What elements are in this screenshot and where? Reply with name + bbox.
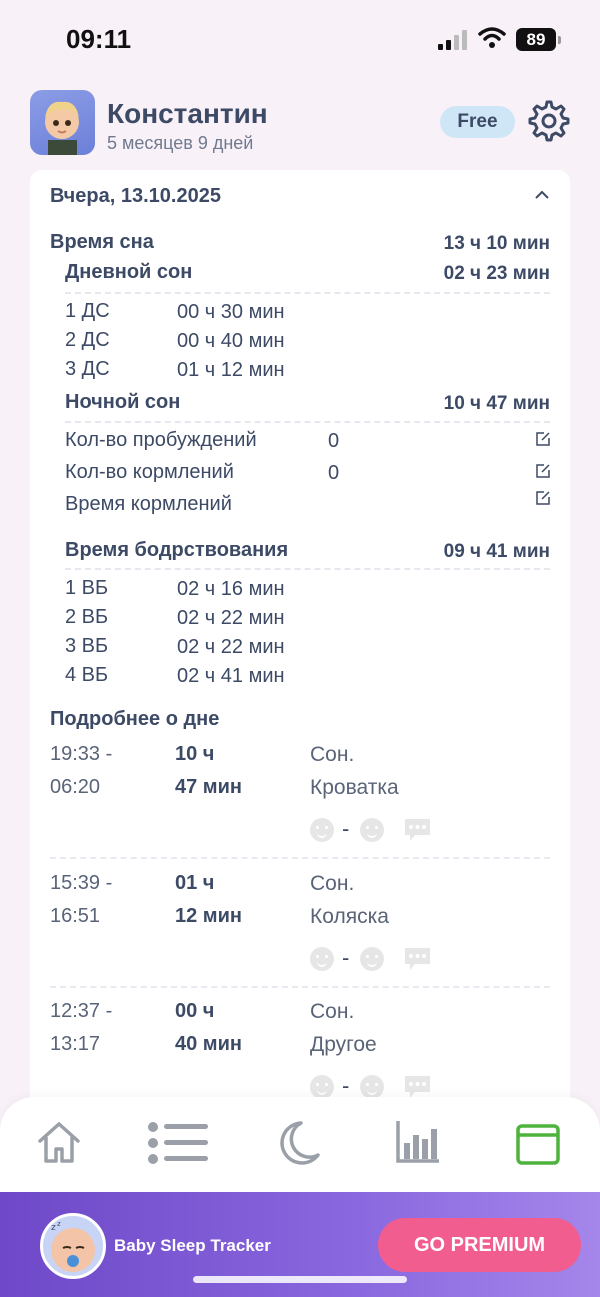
go-premium-button[interactable]: GO PREMIUM <box>378 1218 581 1272</box>
child-age: 5 месяцев 9 дней <box>107 133 254 153</box>
child-avatar[interactable] <box>30 90 95 155</box>
nap-value: 01 ч 12 мин <box>177 359 285 381</box>
signal-icon <box>438 30 468 50</box>
wake-window-value: 02 ч 41 мин <box>177 665 285 687</box>
nap-label: 3 ДС <box>65 358 110 380</box>
feeding-time-label: Время кормлений <box>65 493 232 515</box>
day-sleep-value: 02 ч 23 мин <box>443 263 550 284</box>
edit-icon[interactable] <box>535 490 551 506</box>
divider <box>65 568 550 570</box>
entry-end: 16:51 <box>50 905 101 927</box>
mood-end-icon[interactable] <box>360 818 384 842</box>
bottom-tab-bar <box>0 1097 600 1207</box>
child-name: Константин <box>107 98 268 129</box>
nap-value: 00 ч 40 мин <box>177 330 285 352</box>
details-title: Подробнее о дне <box>50 708 220 730</box>
mood-start-icon[interactable] <box>310 1075 334 1099</box>
wake-window-value: 02 ч 16 мин <box>177 578 285 600</box>
battery-icon: 89 <box>516 28 561 51</box>
entry-end: 06:20 <box>50 776 101 798</box>
list-icon[interactable] <box>147 1119 209 1165</box>
entry-hours: 10 ч <box>175 743 215 765</box>
divider <box>65 421 550 423</box>
entry-minutes: 40 мин <box>175 1033 242 1055</box>
entry-type: Сон. <box>310 1000 355 1023</box>
wakeups-value: 0 <box>328 430 340 452</box>
comment-icon[interactable] <box>404 946 431 972</box>
awake-value: 09 ч 41 мин <box>443 541 550 562</box>
sleep-total-label: Время сна <box>50 231 154 253</box>
entry-minutes: 12 мин <box>175 905 242 927</box>
status-bar: 09:11 89 <box>0 0 600 80</box>
wakeups-label: Кол-во пробуждений <box>65 429 257 451</box>
mood-separator: - <box>342 945 350 970</box>
wake-window-label: 3 ВБ <box>65 635 109 657</box>
entry-start: 15:39 - <box>50 872 113 894</box>
profile-header: Константин 5 месяцев 9 дней Free <box>0 88 600 158</box>
moon-icon[interactable] <box>275 1119 321 1167</box>
wake-window-label: 2 ВБ <box>65 606 109 628</box>
entry-minutes: 47 мин <box>175 776 242 798</box>
comment-icon[interactable] <box>404 817 431 843</box>
wake-window-value: 02 ч 22 мин <box>177 636 285 658</box>
chevron-up-icon[interactable] <box>534 190 550 200</box>
nap-value: 00 ч 30 мин <box>177 301 285 323</box>
divider <box>65 292 550 294</box>
calendar-icon[interactable] <box>516 1123 560 1165</box>
night-sleep-label: Ночной сон <box>65 391 181 413</box>
feedings-label: Кол-во кормлений <box>65 461 234 483</box>
svg-text:z: z <box>57 1220 61 1228</box>
baby-avatar: z z <box>40 1213 106 1279</box>
gear-icon[interactable] <box>528 100 570 142</box>
entry-place: Кроватка <box>310 776 399 799</box>
entry-place: Коляска <box>310 905 389 928</box>
wifi-icon <box>478 27 506 48</box>
entry-type: Сон. <box>310 872 355 895</box>
mood-end-icon[interactable] <box>360 1075 384 1099</box>
entry-type: Сон. <box>310 743 355 766</box>
entry-hours: 00 ч <box>175 1000 215 1022</box>
edit-icon[interactable] <box>535 463 551 479</box>
entry-hours: 01 ч <box>175 872 215 894</box>
entry-start: 19:33 - <box>50 743 113 765</box>
promo-title: Baby Sleep Tracker <box>114 1236 271 1255</box>
entry-start: 12:37 - <box>50 1000 113 1022</box>
svg-text:z: z <box>51 1223 56 1233</box>
mood-start-icon[interactable] <box>310 818 334 842</box>
entry-place: Другое <box>310 1033 377 1056</box>
awake-label: Время бодрствования <box>65 539 289 561</box>
wake-window-label: 4 ВБ <box>65 664 109 686</box>
day-sleep-label: Дневной сон <box>65 261 193 283</box>
entry-divider <box>50 857 550 859</box>
plan-badge[interactable]: Free <box>440 106 515 138</box>
mood-end-icon[interactable] <box>360 947 384 971</box>
mood-start-icon[interactable] <box>310 947 334 971</box>
home-indicator <box>193 1276 407 1283</box>
wake-window-value: 02 ч 22 мин <box>177 607 285 629</box>
date-title: Вчера, 13.10.2025 <box>50 185 221 207</box>
mood-separator: - <box>342 816 350 841</box>
day-summary-card: Вчера, 13.10.2025 Время сна 13 ч 10 мин … <box>30 170 570 1130</box>
nap-label: 1 ДС <box>65 300 110 322</box>
home-icon[interactable] <box>36 1119 82 1165</box>
mood-separator: - <box>342 1073 350 1098</box>
feedings-value: 0 <box>328 462 340 484</box>
status-time: 09:11 <box>66 24 132 54</box>
edit-icon[interactable] <box>535 431 551 447</box>
sleep-total-value: 13 ч 10 мин <box>443 233 550 254</box>
bar-chart-icon[interactable] <box>396 1119 440 1163</box>
entry-divider <box>50 986 550 988</box>
night-sleep-value: 10 ч 47 мин <box>443 393 550 414</box>
wake-window-label: 1 ВБ <box>65 577 109 599</box>
entry-end: 13:17 <box>50 1033 101 1055</box>
nap-label: 2 ДС <box>65 329 110 351</box>
